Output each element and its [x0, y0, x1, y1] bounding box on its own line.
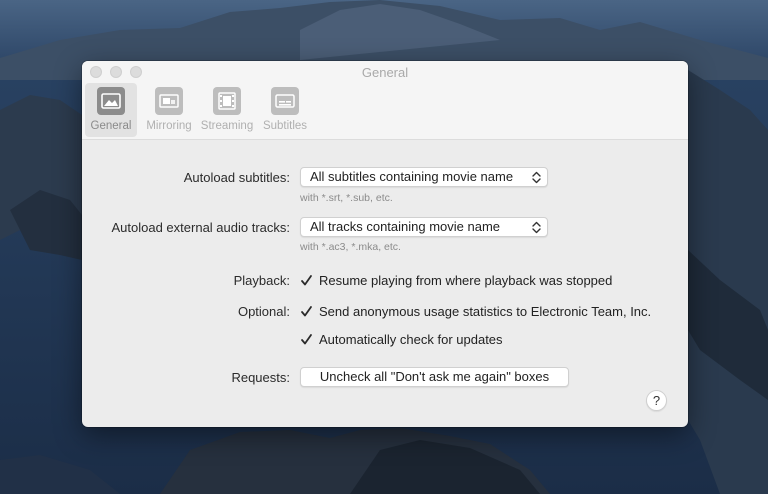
title-bar: General General Mirroring Streaming Subt… [82, 61, 688, 140]
preferences-toolbar: General Mirroring Streaming Subtitles [85, 83, 317, 137]
tab-subtitles-label: Subtitles [262, 120, 308, 132]
popup-chevron-icon [532, 221, 541, 234]
resume-playback-label: Resume playing from where playback was s… [319, 273, 613, 288]
checkmark-icon [301, 306, 312, 317]
general-settings-pane: Autoload subtitles: All subtitles contai… [82, 140, 688, 427]
checkmark-icon [301, 275, 312, 286]
popup-chevron-icon [532, 171, 541, 184]
tab-subtitles[interactable]: Subtitles [259, 83, 311, 137]
tab-general[interactable]: General [85, 83, 137, 137]
tab-general-label: General [90, 120, 132, 132]
autoload-audio-hint: with *.ac3, *.mka, etc. [300, 241, 401, 253]
requests-label: Requests: [231, 370, 290, 385]
autoload-audio-popup[interactable]: All tracks containing movie name [300, 217, 548, 237]
mirroring-icon [155, 87, 183, 115]
usage-statistics-checkbox-row[interactable]: Send anonymous usage statistics to Elect… [300, 304, 651, 319]
autoload-subtitles-hint: with *.srt, *.sub, etc. [300, 192, 393, 204]
autoload-subtitles-value: All subtitles containing movie name [310, 169, 514, 184]
resume-playback-checkbox[interactable] [300, 274, 313, 287]
window-title: General [361, 65, 409, 80]
playback-label: Playback: [233, 273, 290, 288]
optional-label: Optional: [237, 304, 290, 319]
autoload-audio-value: All tracks containing movie name [310, 219, 501, 234]
uncheck-dont-ask-button[interactable]: Uncheck all "Don't ask me again" boxes [300, 367, 569, 387]
general-icon [97, 87, 125, 115]
preferences-window: General General Mirroring Streaming Subt… [82, 61, 688, 427]
check-updates-label: Automatically check for updates [319, 332, 503, 347]
resume-playback-checkbox-row[interactable]: Resume playing from where playback was s… [300, 273, 612, 288]
check-updates-checkbox-row[interactable]: Automatically check for updates [300, 332, 503, 347]
usage-statistics-label: Send anonymous usage statistics to Elect… [319, 304, 652, 319]
usage-statistics-checkbox[interactable] [300, 305, 313, 318]
subtitles-icon [271, 87, 299, 115]
tab-streaming[interactable]: Streaming [201, 83, 253, 137]
tab-mirroring[interactable]: Mirroring [143, 83, 195, 137]
film-icon [213, 87, 241, 115]
check-updates-checkbox[interactable] [300, 333, 313, 346]
autoload-subtitles-label: Autoload subtitles: [183, 170, 290, 185]
checkmark-icon [301, 334, 312, 345]
desktop: General General Mirroring Streaming Subt… [0, 0, 768, 494]
help-button[interactable]: ? [646, 390, 667, 411]
tab-mirroring-label: Mirroring [146, 120, 192, 132]
tab-streaming-label: Streaming [200, 120, 254, 132]
autoload-audio-label: Autoload external audio tracks: [111, 220, 291, 235]
autoload-subtitles-popup[interactable]: All subtitles containing movie name [300, 167, 548, 187]
